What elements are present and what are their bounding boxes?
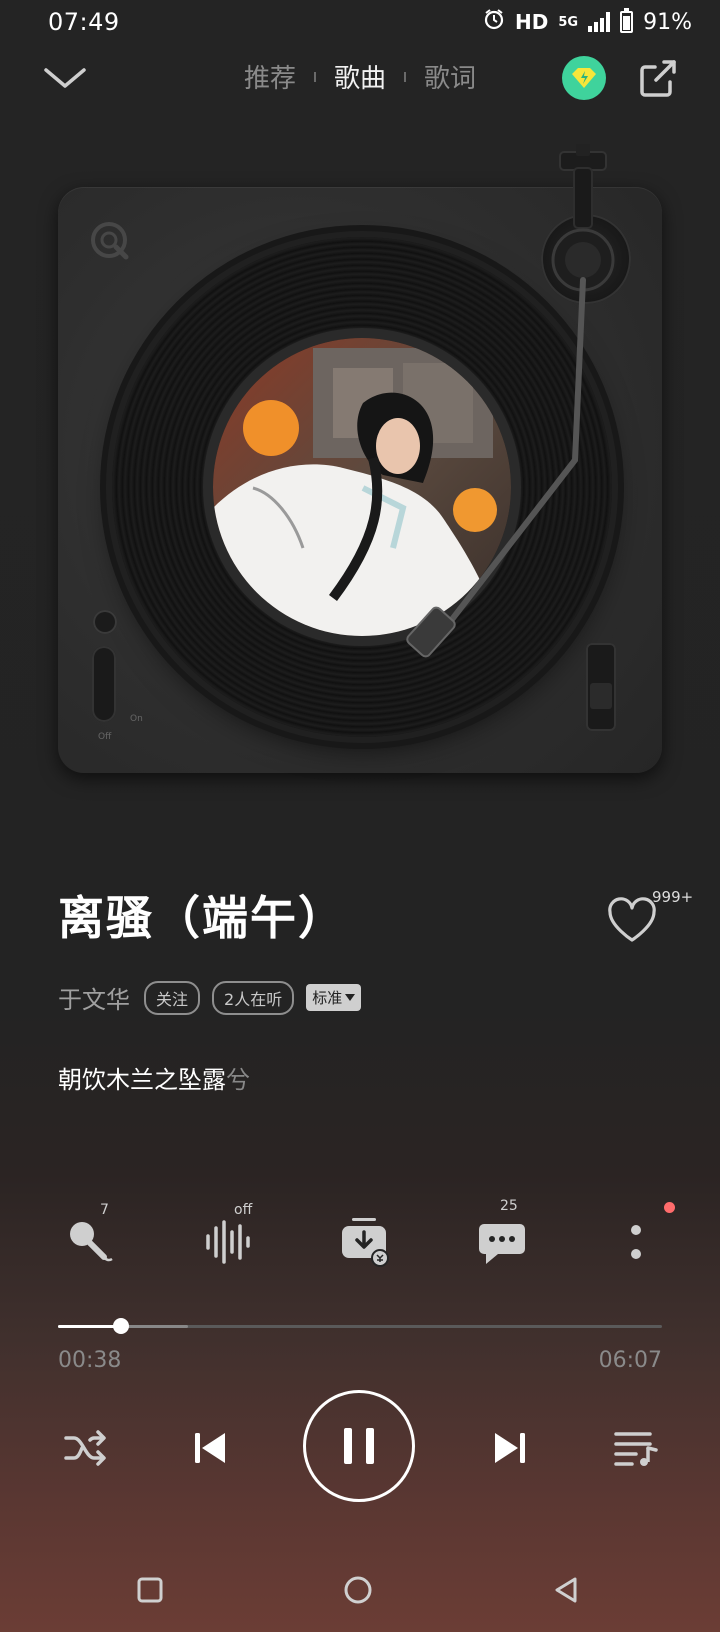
next-button[interactable] [480, 1420, 540, 1476]
tonearm[interactable] [400, 140, 640, 700]
tab-song[interactable]: 歌曲 [334, 58, 386, 95]
artist-name[interactable]: 于文华 [58, 980, 130, 1015]
power-knob [93, 610, 117, 634]
caret-down-icon [345, 993, 356, 1001]
microphone-icon [70, 1222, 113, 1262]
triangle-back-icon [555, 1577, 577, 1603]
nav-home-button[interactable] [338, 1570, 378, 1610]
skip-next-icon [495, 1433, 525, 1463]
circle-icon [344, 1576, 372, 1604]
signal-icon [588, 12, 611, 32]
comment-icon [479, 1224, 525, 1264]
network-type: 5G [558, 14, 579, 30]
diamond-icon [572, 68, 596, 88]
tab-lyrics[interactable]: 歌词 [424, 58, 476, 95]
alarm-icon [483, 8, 505, 36]
shuffle-button[interactable] [56, 1420, 116, 1476]
lyric-sung: 朝饮木兰之坠露 [58, 1066, 226, 1094]
karaoke-count: 7 [100, 1202, 109, 1218]
status-time: 07:49 [48, 8, 120, 36]
header-tabs: 推荐 歌曲 歌词 [0, 58, 720, 95]
app-logo-icon [88, 219, 132, 263]
progress-fill [58, 1325, 121, 1328]
share-icon [640, 60, 676, 97]
time-current: 00:38 [58, 1348, 122, 1373]
battery-level: 91% [643, 9, 692, 35]
nav-back-button[interactable] [546, 1570, 586, 1610]
hd-indicator: HD [515, 10, 549, 34]
quality-selector[interactable]: 标准 [306, 984, 362, 1011]
time-total: 06:07 [598, 1348, 662, 1373]
tab-divider [313, 71, 316, 82]
switch-off-label: Off [98, 732, 112, 742]
battery-icon [620, 8, 634, 33]
artist-row: 于文华 关注 2人在听 标准 [58, 980, 362, 1015]
power-switch [92, 646, 116, 722]
heart-icon [608, 897, 656, 942]
progress-thumb[interactable] [113, 1318, 129, 1334]
sound-effect-button[interactable]: off [196, 1202, 260, 1274]
more-button[interactable] [604, 1210, 668, 1274]
waveform-icon [206, 1220, 250, 1264]
tab-divider [404, 71, 406, 82]
playlist-button[interactable] [606, 1420, 666, 1476]
playlist-icon [614, 1432, 658, 1466]
like-count: 999+ [652, 888, 694, 906]
pause-icon [344, 1428, 374, 1464]
current-lyric[interactable]: 朝饮木兰之坠露兮 [58, 1060, 250, 1095]
status-icons: HD 5G 91% [483, 8, 692, 36]
previous-button[interactable] [180, 1420, 240, 1476]
tab-recommend[interactable]: 推荐 [244, 58, 296, 95]
square-icon [137, 1577, 163, 1603]
lyric-pending: 兮 [226, 1066, 250, 1094]
like-button[interactable] [606, 896, 658, 944]
vip-badge-button[interactable] [562, 56, 606, 100]
song-title: 离骚（端午） [58, 891, 346, 945]
switch-on-label: On [130, 714, 143, 724]
comment-count: 25 [500, 1198, 518, 1214]
karaoke-button[interactable]: 7 [58, 1202, 122, 1274]
download-icon [342, 1218, 389, 1267]
nav-recents-button[interactable] [130, 1570, 170, 1610]
share-button[interactable] [636, 56, 680, 100]
listeners-badge[interactable]: 2人在听 [212, 980, 295, 1015]
sound-effect-state: off [234, 1202, 253, 1218]
play-pause-button[interactable] [303, 1390, 415, 1502]
speed-switch [586, 643, 616, 731]
more-vertical-icon [631, 1225, 641, 1259]
shuffle-icon [64, 1430, 106, 1466]
download-button[interactable] [332, 1210, 396, 1274]
quality-label: 标准 [312, 989, 343, 1007]
skip-previous-icon [195, 1433, 225, 1463]
notification-dot [664, 1202, 675, 1213]
follow-button[interactable]: 关注 [144, 980, 201, 1015]
comments-button[interactable]: 25 [470, 1198, 534, 1274]
